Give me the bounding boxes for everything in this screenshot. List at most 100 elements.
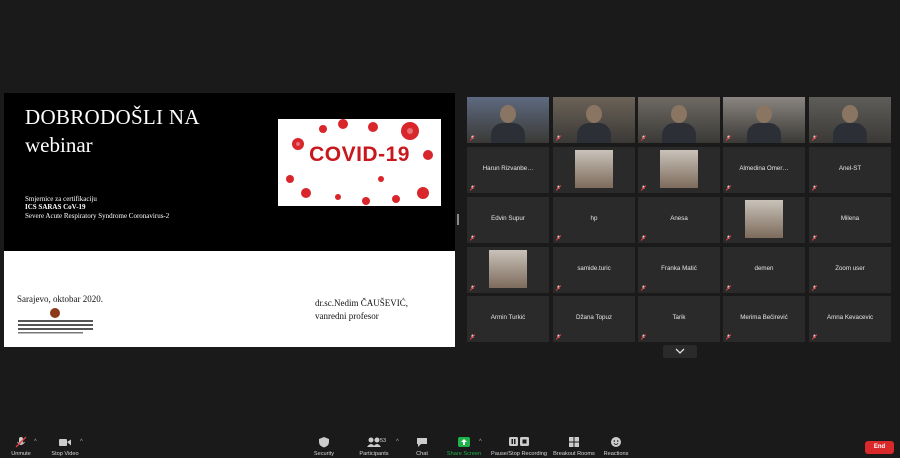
participant-name: demen xyxy=(754,265,774,272)
muted-microphone-icon xyxy=(556,235,561,241)
participant-video xyxy=(467,97,549,143)
muted-microphone-icon xyxy=(470,334,475,340)
breakout-rooms-button[interactable]: Breakout Rooms xyxy=(552,436,596,458)
participant-tile[interactable] xyxy=(553,147,635,193)
muted-microphone-icon xyxy=(556,285,561,291)
participant-name: Almedina Omer… xyxy=(739,165,789,172)
participant-tile[interactable]: samide.turic xyxy=(553,247,635,293)
share-options-caret[interactable]: ^ xyxy=(479,439,482,445)
participant-tile[interactable] xyxy=(553,97,635,143)
unmute-label: Unmute xyxy=(11,451,31,457)
participant-tile[interactable] xyxy=(638,97,720,143)
stop-video-label: Stop Video xyxy=(51,451,79,457)
end-meeting-button[interactable]: End xyxy=(865,441,894,454)
pause-stop-recording-label: Pause/Stop Recording xyxy=(491,451,547,457)
muted-microphone-icon xyxy=(641,135,646,141)
share-screen-icon xyxy=(458,437,470,447)
participant-tile[interactable]: Edvin Supur xyxy=(467,197,549,243)
muted-microphone-icon xyxy=(470,235,475,241)
muted-microphone-icon xyxy=(726,135,731,141)
participant-tile[interactable]: Harun Rizvanbe… xyxy=(467,147,549,193)
participant-name: Tarik xyxy=(672,314,686,321)
participant-tile[interactable] xyxy=(809,97,891,143)
muted-microphone-icon xyxy=(812,135,817,141)
participant-video xyxy=(809,97,891,143)
pause-stop-icon xyxy=(509,437,529,446)
slide-subtitle-2: ICS SARAS CoV-19 xyxy=(25,203,86,211)
gallery-next-page-button[interactable] xyxy=(663,345,697,358)
microphone-muted-icon xyxy=(15,436,27,448)
participant-tile[interactable]: Tarik xyxy=(638,296,720,342)
participant-name: Armin Turkić xyxy=(490,314,526,321)
muted-microphone-icon xyxy=(812,185,817,191)
participant-tile[interactable]: Anel-ST xyxy=(809,147,891,193)
organization-logo xyxy=(18,307,98,337)
participant-tile[interactable] xyxy=(723,197,805,243)
chat-button[interactable]: Chat xyxy=(410,436,434,458)
participant-video xyxy=(638,97,720,143)
participant-tile[interactable]: Zoom user xyxy=(809,247,891,293)
participant-name: Anel-ST xyxy=(838,165,862,172)
security-button[interactable]: Security xyxy=(306,436,342,458)
participant-tile[interactable]: Anesa xyxy=(638,197,720,243)
participant-tile[interactable]: Armin Turkić xyxy=(467,296,549,342)
breakout-rooms-label: Breakout Rooms xyxy=(553,451,595,457)
stop-video-button[interactable]: Stop Video xyxy=(48,436,82,458)
meeting-toolbar: Unmute ^ Stop Video ^ Security Participa… xyxy=(0,430,900,458)
participant-tile[interactable]: Almedina Omer… xyxy=(723,147,805,193)
reactions-button[interactable]: Reactions xyxy=(600,436,632,458)
share-screen-label: Share Screen xyxy=(446,451,482,457)
unmute-button[interactable]: Unmute xyxy=(6,436,36,458)
participant-silhouette xyxy=(756,105,772,123)
muted-microphone-icon xyxy=(812,334,817,340)
split-divider-handle[interactable] xyxy=(457,214,459,225)
participant-silhouette xyxy=(500,105,516,123)
covid-title: COVID-19 xyxy=(309,143,410,166)
participant-tile[interactable] xyxy=(723,97,805,143)
smiley-icon xyxy=(611,437,621,447)
participant-name: Merima Bečirević xyxy=(740,314,788,321)
audio-options-caret[interactable]: ^ xyxy=(34,439,37,445)
muted-microphone-icon xyxy=(726,285,731,291)
participant-tile[interactable] xyxy=(638,147,720,193)
participant-tile[interactable]: demen xyxy=(723,247,805,293)
participant-name: Milena xyxy=(840,215,860,222)
participant-silhouette xyxy=(491,123,525,143)
participant-name: Franka Matić xyxy=(661,265,697,272)
participant-tile[interactable]: Franka Matić xyxy=(638,247,720,293)
participant-name: hp xyxy=(590,215,598,222)
participant-silhouette xyxy=(662,123,696,143)
chat-label: Chat xyxy=(416,451,428,457)
shared-screen-slide: DOBRODOŠLI NA webinar Smjernice za certi… xyxy=(4,93,455,347)
share-screen-button[interactable]: Share Screen xyxy=(446,436,482,458)
participant-silhouette xyxy=(586,105,602,123)
participants-button[interactable]: Participants xyxy=(354,436,394,458)
participant-name: Zoom user xyxy=(835,265,865,272)
muted-microphone-icon xyxy=(641,235,646,241)
participant-tile[interactable]: Milena xyxy=(809,197,891,243)
participant-name: samide.turic xyxy=(577,265,611,272)
muted-microphone-icon xyxy=(556,185,561,191)
muted-microphone-icon xyxy=(641,185,646,191)
participant-tile[interactable] xyxy=(467,97,549,143)
security-label: Security xyxy=(313,451,335,457)
participant-tile[interactable]: hp xyxy=(553,197,635,243)
pause-stop-recording-button[interactable]: Pause/Stop Recording xyxy=(490,436,548,458)
participants-count: 53 xyxy=(380,438,387,444)
participant-name: Amna Kevacevic xyxy=(826,314,874,321)
participant-tile[interactable]: Amna Kevacevic xyxy=(809,296,891,342)
slide-title-line1: DOBRODOŠLI NA xyxy=(25,105,200,129)
participant-video xyxy=(553,97,635,143)
video-options-caret[interactable]: ^ xyxy=(80,439,83,445)
participant-tile[interactable] xyxy=(467,247,549,293)
participant-tile[interactable]: Džana Topuz xyxy=(553,296,635,342)
muted-microphone-icon xyxy=(726,185,731,191)
participants-options-caret[interactable]: ^ xyxy=(396,439,399,445)
muted-microphone-icon xyxy=(726,235,731,241)
chat-bubble-icon xyxy=(417,438,427,447)
muted-microphone-icon xyxy=(812,235,817,241)
video-camera-icon xyxy=(59,439,71,446)
participant-tile[interactable]: Merima Bečirević xyxy=(723,296,805,342)
covid-image: COVID-19 xyxy=(278,119,441,206)
participant-silhouette xyxy=(747,123,781,143)
